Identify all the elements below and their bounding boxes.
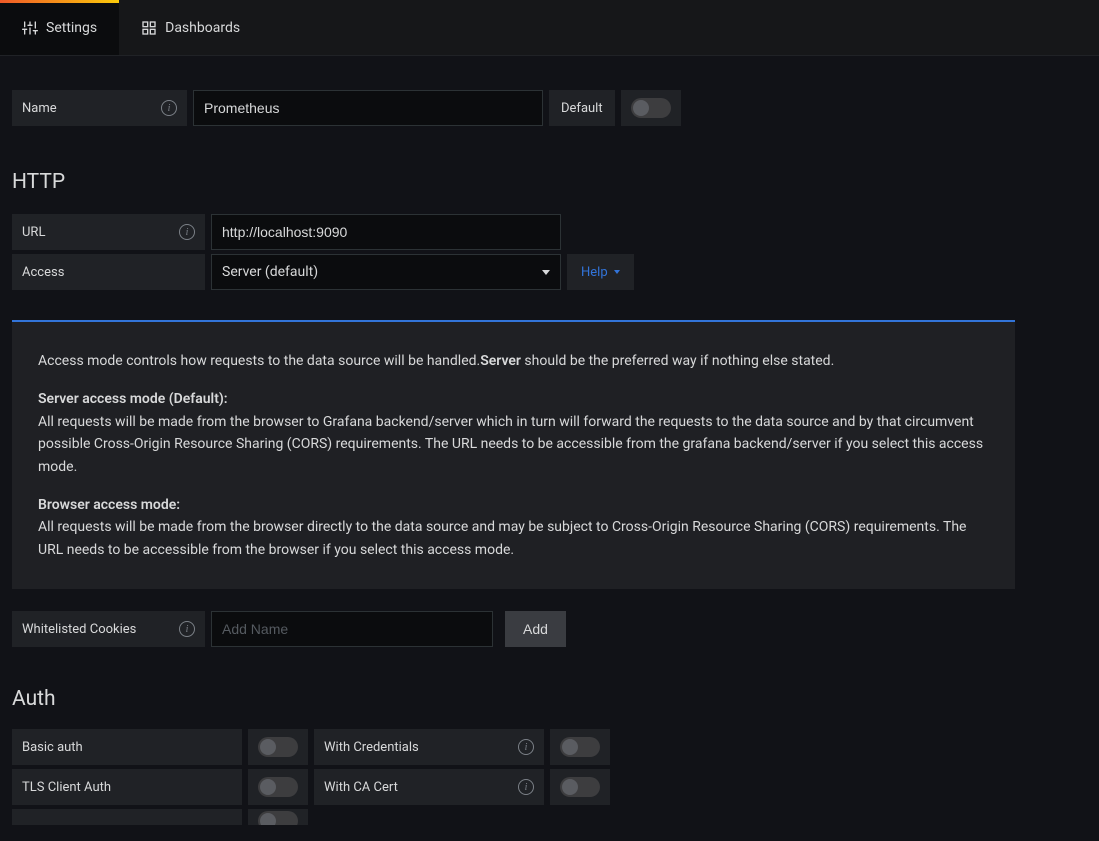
url-row: URL i: [12, 214, 1087, 250]
basic-auth-toggle[interactable]: [258, 737, 298, 757]
info-intro: Access mode controls how requests to the…: [38, 350, 989, 372]
ca-cert-label: With CA Cert i: [314, 769, 544, 805]
info-icon[interactable]: i: [518, 779, 534, 795]
tab-bar: Settings Dashboards: [0, 0, 1099, 56]
auth-section-title: Auth: [12, 687, 1087, 711]
sliders-icon: [22, 20, 38, 36]
with-credentials-label: With Credentials i: [314, 729, 544, 765]
access-select-value: Server (default): [222, 264, 318, 280]
auth-row-2: TLS Client Auth With CA Cert i: [12, 769, 1087, 805]
url-label: URL i: [12, 214, 205, 250]
info-server: Server access mode (Default): All reques…: [38, 388, 989, 478]
name-input[interactable]: [193, 90, 543, 126]
cookies-label: Whitelisted Cookies i: [12, 611, 205, 647]
cookies-input[interactable]: [211, 611, 493, 647]
basic-auth-label: Basic auth: [12, 729, 242, 765]
access-info-panel: Access mode controls how requests to the…: [12, 320, 1015, 589]
access-label-text: Access: [22, 265, 64, 280]
with-credentials-label-text: With Credentials: [324, 740, 419, 755]
auth-row-3-toggle[interactable]: [258, 811, 298, 825]
ca-cert-label-text: With CA Cert: [324, 780, 398, 795]
apps-icon: [141, 20, 157, 36]
tls-client-auth-toggle-wrap: [248, 769, 308, 805]
default-label-text: Default: [561, 101, 603, 116]
info-intro-post: should be the preferred way if nothing e…: [521, 353, 834, 369]
with-credentials-toggle-wrap: [550, 729, 610, 765]
access-label: Access: [12, 254, 205, 290]
info-browser-body: All requests will be made from the brows…: [38, 519, 966, 557]
tab-dashboards[interactable]: Dashboards: [119, 0, 262, 55]
auth-row-1: Basic auth With Credentials i: [12, 729, 1087, 765]
name-row: Name i Default: [12, 90, 1087, 126]
with-credentials-toggle[interactable]: [560, 737, 600, 757]
ca-cert-toggle[interactable]: [560, 777, 600, 797]
info-icon[interactable]: i: [518, 739, 534, 755]
info-icon[interactable]: i: [179, 224, 195, 240]
default-toggle-wrap: [621, 90, 681, 126]
help-button-label: Help: [581, 265, 608, 280]
add-button[interactable]: Add: [505, 611, 566, 647]
http-section-title: HTTP: [12, 170, 1087, 194]
tls-client-auth-label: TLS Client Auth: [12, 769, 242, 805]
url-label-text: URL: [22, 225, 45, 240]
access-row: Access Server (default) Help: [12, 254, 1087, 290]
name-label: Name i: [12, 90, 187, 126]
help-button[interactable]: Help: [567, 254, 634, 290]
info-server-title: Server access mode (Default):: [38, 391, 228, 407]
cookies-label-text: Whitelisted Cookies: [22, 622, 136, 637]
url-input[interactable]: [211, 214, 561, 250]
tab-settings-label: Settings: [46, 20, 97, 36]
basic-auth-toggle-wrap: [248, 729, 308, 765]
info-icon[interactable]: i: [161, 100, 177, 116]
tls-client-auth-toggle[interactable]: [258, 777, 298, 797]
access-select[interactable]: Server (default): [211, 254, 561, 290]
tab-settings[interactable]: Settings: [0, 0, 119, 55]
tls-client-auth-label-text: TLS Client Auth: [22, 780, 111, 795]
ca-cert-toggle-wrap: [550, 769, 610, 805]
default-label: Default: [549, 90, 615, 126]
chevron-down-icon: [614, 270, 620, 274]
basic-auth-label-text: Basic auth: [22, 740, 83, 755]
info-browser-title: Browser access mode:: [38, 497, 180, 513]
info-server-body: All requests will be made from the brows…: [38, 414, 983, 475]
info-intro-bold: Server: [480, 353, 521, 369]
name-label-text: Name: [22, 101, 57, 116]
tab-dashboards-label: Dashboards: [165, 20, 240, 36]
info-icon[interactable]: i: [179, 621, 195, 637]
default-toggle[interactable]: [631, 98, 671, 118]
chevron-down-icon: [542, 270, 550, 275]
info-browser: Browser access mode: All requests will b…: [38, 494, 989, 561]
info-intro-pre: Access mode controls how requests to the…: [38, 353, 480, 369]
cookies-row: Whitelisted Cookies i Add: [12, 611, 1087, 647]
